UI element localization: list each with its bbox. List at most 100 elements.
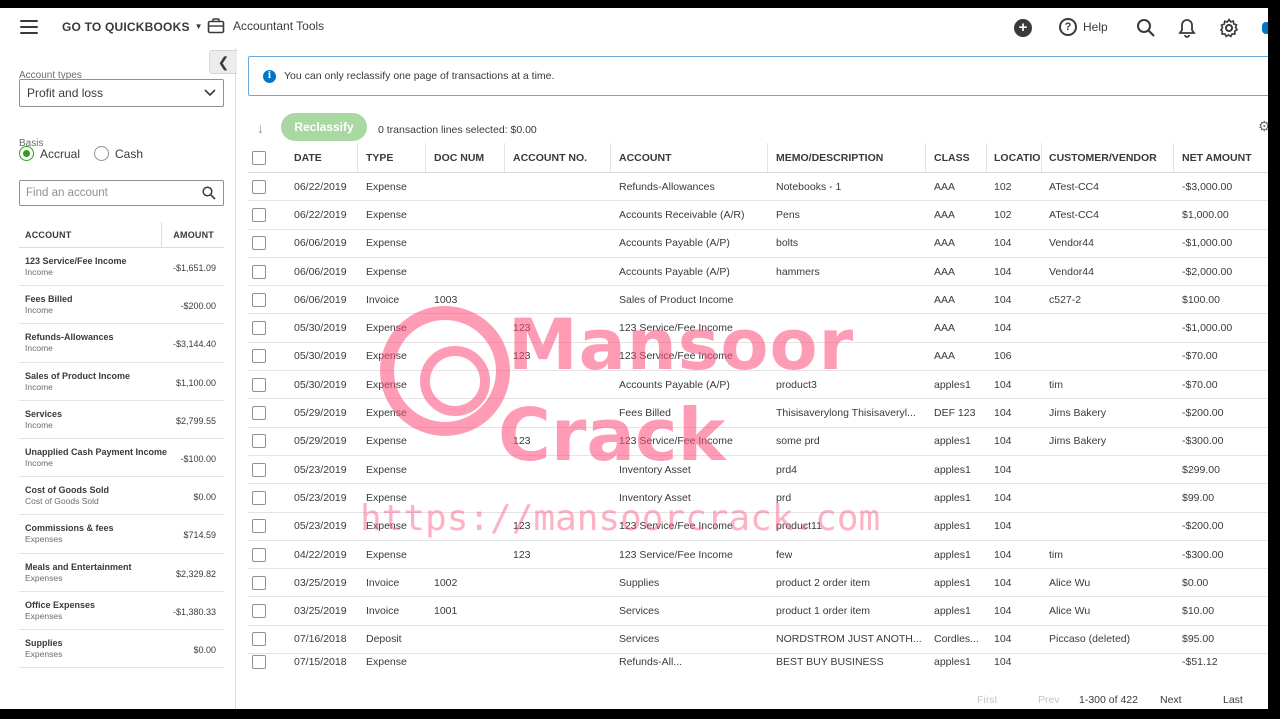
type-cell-text: Expense <box>366 435 407 448</box>
row-checkbox[interactable] <box>252 519 266 534</box>
profile-avatar-edge[interactable] <box>1262 22 1268 34</box>
customer-vendor-cell: Jims Bakery <box>1042 399 1174 426</box>
pager-prev[interactable]: Prev <box>1038 694 1060 706</box>
net-amount-cell: -$1,000.00 <box>1174 230 1268 257</box>
row-checkbox[interactable] <box>252 575 266 590</box>
customer-vendor-cell <box>1042 513 1174 540</box>
account-list-item[interactable]: Meals and Entertainment Expenses $2,329.82 <box>19 554 224 592</box>
reclassify-button[interactable]: Reclassify <box>281 113 367 141</box>
type-cell: Expense <box>358 173 426 200</box>
account-list-item[interactable]: Refunds-Allowances Income -$3,144.40 <box>19 324 224 363</box>
row-checkbox[interactable] <box>252 321 266 336</box>
location-column-header[interactable]: LOCATIO <box>987 143 1042 172</box>
pager-first[interactable]: First <box>977 694 997 706</box>
account-list-item[interactable]: Sales of Product Income Income $1,100.00 <box>19 363 224 401</box>
table-row[interactable]: 05/30/2019 Expense 123 123 Service/Fee Inco… <box>248 314 1268 343</box>
help-button[interactable]: ? Help <box>1059 18 1108 36</box>
accountant-tools-button[interactable]: Accountant Tools <box>207 17 324 35</box>
row-checkbox[interactable] <box>252 406 266 421</box>
account-no-cell <box>505 230 611 257</box>
row-checkbox[interactable] <box>252 547 266 562</box>
row-checkbox[interactable] <box>252 292 266 307</box>
account-list-item[interactable]: Cost of Goods Sold Cost of Goods Sold $0.0… <box>19 477 224 516</box>
table-row[interactable]: 03/25/2019 Invoice 1002 Supplies product 2 o… <box>248 569 1268 598</box>
class-cell: apples1 <box>926 371 987 398</box>
account-list-item[interactable]: Services Income $2,799.55 <box>19 401 224 439</box>
table-row[interactable]: 05/23/2019 Expense Inventory Asset prd4 appl… <box>248 456 1268 485</box>
account-list-item[interactable]: Fees Billed Income -$200.00 <box>19 286 224 325</box>
table-row[interactable]: 06/22/2019 Expense Accounts Receivable (A/… <box>248 201 1268 230</box>
table-row[interactable]: 06/06/2019 Invoice 1003 Sales of Product In… <box>248 286 1268 315</box>
account-column-header[interactable]: ACCOUNT <box>19 222 162 247</box>
create-plus-icon[interactable]: + <box>1014 19 1032 37</box>
class-cell: AAA <box>926 343 987 370</box>
account-cell: Supplies <box>611 569 768 596</box>
row-checkbox[interactable] <box>252 207 266 222</box>
class-cell: apples1 <box>926 456 987 483</box>
pager-next[interactable]: Next <box>1160 694 1182 706</box>
row-checkbox[interactable] <box>252 349 266 364</box>
cash-radio[interactable] <box>94 146 110 161</box>
location-cell: 104 <box>987 314 1042 341</box>
collapse-panel-button[interactable]: ❮ <box>209 50 237 74</box>
search-icon[interactable] <box>202 186 216 200</box>
pager-last[interactable]: Last <box>1223 694 1243 706</box>
table-row[interactable]: 05/29/2019 Expense Fees Billed Thisisaveryl… <box>248 399 1268 428</box>
table-row[interactable]: 06/22/2019 Expense Refunds-Allowances Noteb… <box>248 173 1268 202</box>
account-types-select[interactable]: Profit and loss <box>19 79 224 107</box>
account-column-header[interactable]: ACCOUNT <box>611 143 768 172</box>
table-row[interactable]: 05/29/2019 Expense 123 123 Service/Fee Inco… <box>248 428 1268 456</box>
memo-cell-text: product11 <box>776 520 822 533</box>
account-list-item[interactable]: Office Expenses Expenses -$1,380.33 <box>19 592 224 630</box>
row-checkbox[interactable] <box>252 179 266 194</box>
table-row[interactable]: 07/16/2018 Deposit Services NORDSTROM JUST … <box>248 626 1268 655</box>
hamburger-menu-icon[interactable] <box>20 20 38 34</box>
search-icon[interactable] <box>1136 18 1156 43</box>
net-amount-column-header[interactable]: NET AMOUNT <box>1174 143 1268 172</box>
location-cell-text: 104 <box>994 520 1012 533</box>
memo-column-header[interactable]: MEMO/DESCRIPTION <box>768 143 926 172</box>
class-cell: AAA <box>926 230 987 257</box>
row-checkbox[interactable] <box>252 377 266 392</box>
table-row[interactable]: 06/06/2019 Expense Accounts Payable (A/P) h… <box>248 258 1268 287</box>
doc-num-column-header[interactable]: DOC NUM <box>426 143 505 172</box>
amount-column-header[interactable]: AMOUNT <box>162 230 224 240</box>
type-column-header[interactable]: TYPE <box>358 143 426 172</box>
row-checkbox[interactable] <box>252 490 266 505</box>
table-row[interactable]: 07/15/2018 Expense Refunds-All... BEST BUY … <box>248 654 1268 670</box>
row-checkbox[interactable] <box>252 462 266 477</box>
find-account-input[interactable] <box>20 181 195 205</box>
doc-num-cell <box>426 201 505 228</box>
accrual-radio[interactable] <box>19 146 34 161</box>
date-column-header[interactable]: DATE <box>286 143 358 172</box>
account-cell-text: Refunds-Allowances <box>619 180 715 193</box>
gear-icon[interactable] <box>1219 18 1239 43</box>
select-all-checkbox[interactable] <box>252 150 266 165</box>
row-checkbox[interactable] <box>252 236 266 251</box>
account-no-column-header[interactable]: ACCOUNT NO. <box>505 143 611 172</box>
table-row[interactable]: 06/06/2019 Expense Accounts Payable (A/P) b… <box>248 230 1268 258</box>
account-list-item[interactable]: 123 Service/Fee Income Income -$1,651.09 <box>19 248 224 287</box>
account-list-item[interactable]: Commissions & fees Expenses $714.59 <box>19 515 224 554</box>
table-row[interactable]: 05/30/2019 Expense 123 123 Service/Fee Inco… <box>248 343 1268 372</box>
table-row[interactable]: 03/25/2019 Invoice 1001 Services product 1 o… <box>248 597 1268 626</box>
go-to-quickbooks-menu[interactable]: GO TO QUICKBOOKS ▼ <box>62 20 203 34</box>
row-checkbox[interactable] <box>252 434 266 449</box>
class-cell-text: apples1 <box>934 548 971 561</box>
account-list-item[interactable]: Supplies Expenses $0.00 <box>19 630 224 669</box>
row-checkbox[interactable] <box>252 655 266 670</box>
table-settings-gear-icon[interactable]: ⚙ <box>1258 118 1268 135</box>
class-column-header[interactable]: CLASS <box>926 143 987 172</box>
bell-icon[interactable] <box>1178 18 1196 43</box>
row-checkbox[interactable] <box>252 632 266 647</box>
row-checkbox[interactable] <box>252 604 266 619</box>
table-row[interactable]: 05/23/2019 Expense Inventory Asset prd apple… <box>248 484 1268 513</box>
table-row[interactable]: 05/30/2019 Expense Accounts Payable (A/P) p… <box>248 371 1268 400</box>
row-checkbox[interactable] <box>252 264 266 279</box>
account-list-item[interactable]: Unapplied Cash Payment Income Income -$100… <box>19 439 224 478</box>
doc-num-cell <box>426 513 505 540</box>
sort-arrow-icon[interactable]: ↓ <box>257 120 264 136</box>
table-row[interactable]: 05/23/2019 Expense 123 123 Service/Fee Inco… <box>248 513 1268 541</box>
table-row[interactable]: 04/22/2019 Expense 123 123 Service/Fee Inco… <box>248 541 1268 570</box>
customer-vendor-column-header[interactable]: CUSTOMER/VENDOR <box>1042 143 1174 172</box>
